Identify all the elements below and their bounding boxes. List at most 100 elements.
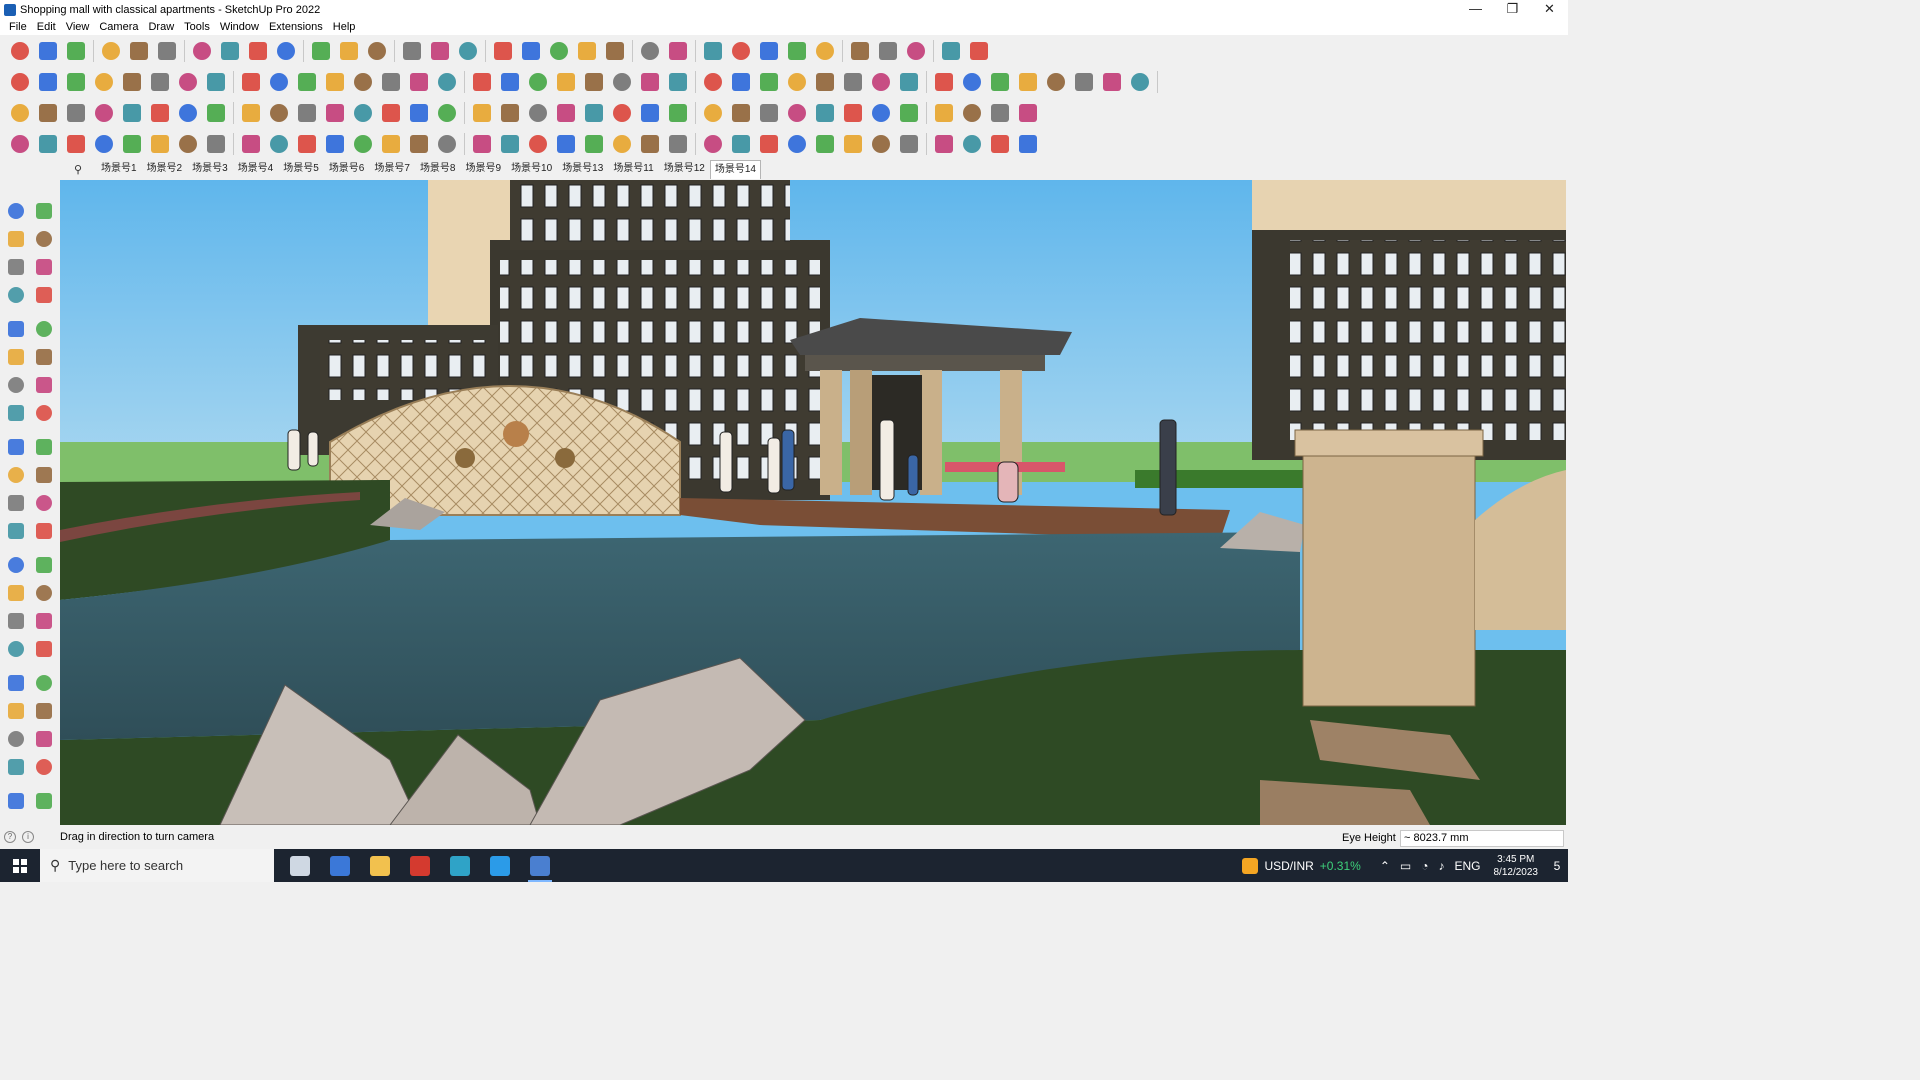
row2-tool-20-icon[interactable]	[552, 68, 580, 96]
zoom-extents-icon[interactable]	[4, 671, 28, 695]
chevron-up-icon[interactable]: ⌃	[1380, 859, 1390, 873]
row2-tool-7-icon[interactable]	[174, 68, 202, 96]
scene-tab-1[interactable]: 场景号1	[96, 159, 142, 179]
row3-tool-11-icon[interactable]	[293, 99, 321, 127]
menu-window[interactable]: Window	[215, 21, 264, 33]
3dtext-icon[interactable]	[32, 581, 56, 605]
restore-button[interactable]: ❐	[1494, 0, 1531, 19]
row2-tool-13-icon[interactable]	[349, 68, 377, 96]
row2-tool-15-icon[interactable]	[405, 68, 433, 96]
row4-tool-3-icon[interactable]	[62, 130, 90, 158]
drawing-viewport[interactable]	[60, 180, 1566, 825]
menu-extensions[interactable]: Extensions	[264, 21, 328, 33]
row2-tool-22-icon[interactable]	[608, 68, 636, 96]
row2-tool-18-icon[interactable]	[496, 68, 524, 96]
row4-tool-2-icon[interactable]	[34, 130, 62, 158]
row4-tool-20-icon[interactable]	[552, 130, 580, 158]
row3-tool-12-icon[interactable]	[321, 99, 349, 127]
followme-icon[interactable]	[216, 37, 244, 65]
row2-tool-28-icon[interactable]	[783, 68, 811, 96]
section-cuts-icon[interactable]	[32, 789, 56, 813]
row3-tool-28-icon[interactable]	[783, 99, 811, 127]
zoom-icon[interactable]	[6, 37, 34, 65]
orbit-icon[interactable]	[32, 199, 56, 223]
row3-tool-8-icon[interactable]	[202, 99, 230, 127]
row2-tool-17-icon[interactable]	[468, 68, 496, 96]
menu-file[interactable]: File	[4, 21, 32, 33]
menu-edit[interactable]: Edit	[32, 21, 61, 33]
row4-tool-17-icon[interactable]	[468, 130, 496, 158]
row4-tool-19-icon[interactable]	[524, 130, 552, 158]
row3-tool-24-icon[interactable]	[664, 99, 692, 127]
scale-icon[interactable]	[307, 37, 335, 65]
scene-tab-12[interactable]: 场景号12	[659, 159, 710, 179]
row4-tool-4-icon[interactable]	[90, 130, 118, 158]
row2-tool-9-icon[interactable]	[237, 68, 265, 96]
row2-tool-40-icon[interactable]	[1126, 68, 1154, 96]
row2-tool-39-icon[interactable]	[1098, 68, 1126, 96]
row3-tool-21-icon[interactable]	[580, 99, 608, 127]
row3-tool-34-icon[interactable]	[958, 99, 986, 127]
paint-bucket-icon[interactable]	[398, 37, 426, 65]
row4-tool-11-icon[interactable]	[293, 130, 321, 158]
row3-tool-19-icon[interactable]	[524, 99, 552, 127]
pan-icon[interactable]	[32, 609, 56, 633]
tape-icon[interactable]	[335, 37, 363, 65]
dimension-icon[interactable]	[32, 519, 56, 543]
tape-measure-icon[interactable]	[4, 519, 28, 543]
wifi-icon[interactable]: ◔	[1421, 859, 1428, 873]
orbit-icon[interactable]	[426, 37, 454, 65]
rotated-rect-icon[interactable]	[32, 317, 56, 341]
row3-tool-2-icon[interactable]	[34, 99, 62, 127]
row4-tool-18-icon[interactable]	[496, 130, 524, 158]
row4-tool-34-icon[interactable]	[958, 130, 986, 158]
row2-tool-38-icon[interactable]	[1070, 68, 1098, 96]
row4-tool-5-icon[interactable]	[118, 130, 146, 158]
pie-icon[interactable]	[32, 373, 56, 397]
text-icon[interactable]	[363, 37, 391, 65]
row2-tool-27-icon[interactable]	[755, 68, 783, 96]
scene-tab-5[interactable]: 场景号5	[278, 159, 324, 179]
zoom-icon[interactable]	[4, 637, 28, 661]
paint-icon[interactable]	[153, 37, 181, 65]
scene-tab-9[interactable]: 场景号9	[461, 159, 507, 179]
row3-tool-33-icon[interactable]	[930, 99, 958, 127]
move-icon[interactable]	[244, 37, 272, 65]
offset-icon[interactable]	[32, 491, 56, 515]
section-icon[interactable]	[545, 37, 573, 65]
scene-tab-3[interactable]: 场景号3	[187, 159, 233, 179]
row2-tool-29-icon[interactable]	[811, 68, 839, 96]
display-section-icon[interactable]	[4, 789, 28, 813]
row3-tool-23-icon[interactable]	[636, 99, 664, 127]
section-plane-icon[interactable]	[4, 755, 28, 779]
row3-tool-20-icon[interactable]	[552, 99, 580, 127]
row3-tool-32-icon[interactable]	[895, 99, 923, 127]
scene-tab-4[interactable]: 场景号4	[233, 159, 279, 179]
protractor-icon[interactable]	[4, 553, 28, 577]
sort-down-icon[interactable]	[811, 37, 839, 65]
row2-tool-33-icon[interactable]	[930, 68, 958, 96]
select-icon[interactable]	[4, 199, 28, 223]
polygon-icon[interactable]	[32, 345, 56, 369]
walk-icon[interactable]	[4, 699, 28, 723]
scene-tab-14[interactable]: 场景号14	[709, 160, 761, 179]
line-icon[interactable]	[4, 283, 28, 307]
row3-tool-16-icon[interactable]	[433, 99, 461, 127]
arc3-icon[interactable]	[4, 401, 28, 425]
row2-tool-10-icon[interactable]	[265, 68, 293, 96]
component-icon[interactable]	[4, 255, 28, 279]
row4-tool-31-icon[interactable]	[867, 130, 895, 158]
row3-tool-26-icon[interactable]	[727, 99, 755, 127]
scene-tab-2[interactable]: 场景号2	[142, 159, 188, 179]
zoom-window-icon[interactable]	[489, 37, 517, 65]
menu-view[interactable]: View	[61, 21, 95, 33]
row2-tool-5-icon[interactable]	[118, 68, 146, 96]
calculator-icon[interactable]	[320, 849, 360, 882]
row4-tool-22-icon[interactable]	[608, 130, 636, 158]
followme-icon[interactable]	[32, 463, 56, 487]
sort-up-icon[interactable]	[783, 37, 811, 65]
pan-icon[interactable]	[454, 37, 482, 65]
redo-icon[interactable]	[937, 37, 965, 65]
language-indicator[interactable]: ENG	[1454, 859, 1480, 873]
section-fill-icon[interactable]	[32, 755, 56, 779]
